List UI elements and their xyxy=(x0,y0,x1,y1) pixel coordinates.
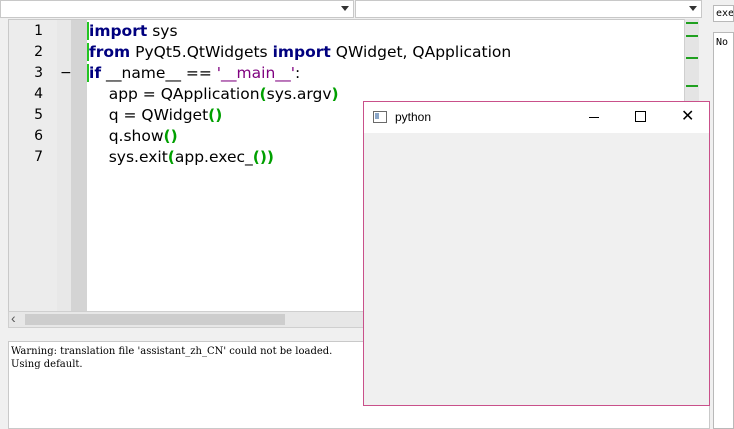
code-token: ( xyxy=(259,85,267,103)
code-token: () xyxy=(208,106,223,124)
marker-margin xyxy=(71,20,87,312)
close-button[interactable]: ✕ xyxy=(663,102,709,133)
code-token: '__main__' xyxy=(216,64,296,82)
maximize-button[interactable] xyxy=(617,102,663,133)
scroll-left-icon[interactable]: ‹ xyxy=(11,310,16,326)
code-line[interactable]: q.show() xyxy=(89,126,178,147)
line-number: 1 xyxy=(34,23,43,39)
code-token: ) xyxy=(331,85,339,103)
code-token: () xyxy=(163,127,178,145)
line-number: 3 xyxy=(34,65,43,81)
line-number: 7 xyxy=(34,149,43,165)
maximize-icon xyxy=(635,111,646,122)
fold-toggle-icon[interactable]: − xyxy=(60,65,72,81)
code-token: : xyxy=(295,64,301,82)
code-token: from xyxy=(89,43,131,61)
code-line[interactable]: if __name__ == '__main__': xyxy=(89,63,300,84)
class-selector-combo[interactable] xyxy=(0,0,354,18)
right-pane-list[interactable]: No xyxy=(713,32,734,429)
line-number-gutter: 1 2 3 4 5 6 7 xyxy=(9,20,57,312)
code-line[interactable]: sys.exit(app.exec_()) xyxy=(89,147,274,168)
close-icon: ✕ xyxy=(681,106,695,125)
chevron-down-icon[interactable] xyxy=(689,6,697,11)
qt-app-window[interactable]: python ✕ xyxy=(363,101,710,406)
line-number: 6 xyxy=(34,128,43,144)
scroll-thumb[interactable] xyxy=(25,314,285,325)
app-window-icon xyxy=(373,111,387,123)
line-number: 2 xyxy=(34,44,43,60)
code-token: if xyxy=(89,64,102,82)
code-line[interactable]: q = QWidget() xyxy=(89,105,223,126)
code-token: PyQt5.QtWidgets xyxy=(130,43,273,61)
top-toolbar xyxy=(0,0,702,18)
scroll-marker xyxy=(686,22,698,24)
window-title: python xyxy=(395,110,432,124)
line-number: 5 xyxy=(34,107,43,123)
code-token: import xyxy=(272,43,331,61)
right-pane-input[interactable]: exec xyxy=(713,5,734,22)
code-line[interactable]: from PyQt5.QtWidgets import QWidget, QAp… xyxy=(89,42,511,63)
console-line: Warning: translation file 'assistant_zh_… xyxy=(11,346,333,357)
scroll-marker xyxy=(686,85,698,87)
code-token: app.exec_ xyxy=(174,148,253,166)
line-number: 4 xyxy=(34,86,43,102)
code-token: () xyxy=(252,148,267,166)
code-token: q.show xyxy=(89,127,164,145)
code-token: q = QWidget xyxy=(89,106,209,124)
code-token: app = QApplication xyxy=(89,85,260,103)
code-line[interactable]: import sys xyxy=(89,21,178,42)
fold-margin[interactable]: − xyxy=(57,20,72,312)
code-token: sys.argv xyxy=(266,85,332,103)
code-token: import xyxy=(89,22,148,40)
scroll-marker xyxy=(686,57,698,59)
window-titlebar[interactable]: python ✕ xyxy=(364,102,709,133)
function-selector-combo[interactable] xyxy=(355,0,702,18)
code-token: __name__ == xyxy=(101,64,217,82)
code-line[interactable]: app = QApplication(sys.argv) xyxy=(89,84,339,105)
chevron-down-icon[interactable] xyxy=(341,6,349,11)
code-token: QWidget, QApplication xyxy=(330,43,512,61)
minimize-button[interactable] xyxy=(571,102,617,133)
code-token: ) xyxy=(266,148,275,166)
minimize-icon xyxy=(589,117,599,118)
code-token: sys xyxy=(147,22,178,40)
console-line: Using default. xyxy=(11,359,83,370)
scroll-marker xyxy=(686,35,698,37)
code-token: ( xyxy=(167,148,175,166)
code-token: sys.exit xyxy=(89,148,168,166)
